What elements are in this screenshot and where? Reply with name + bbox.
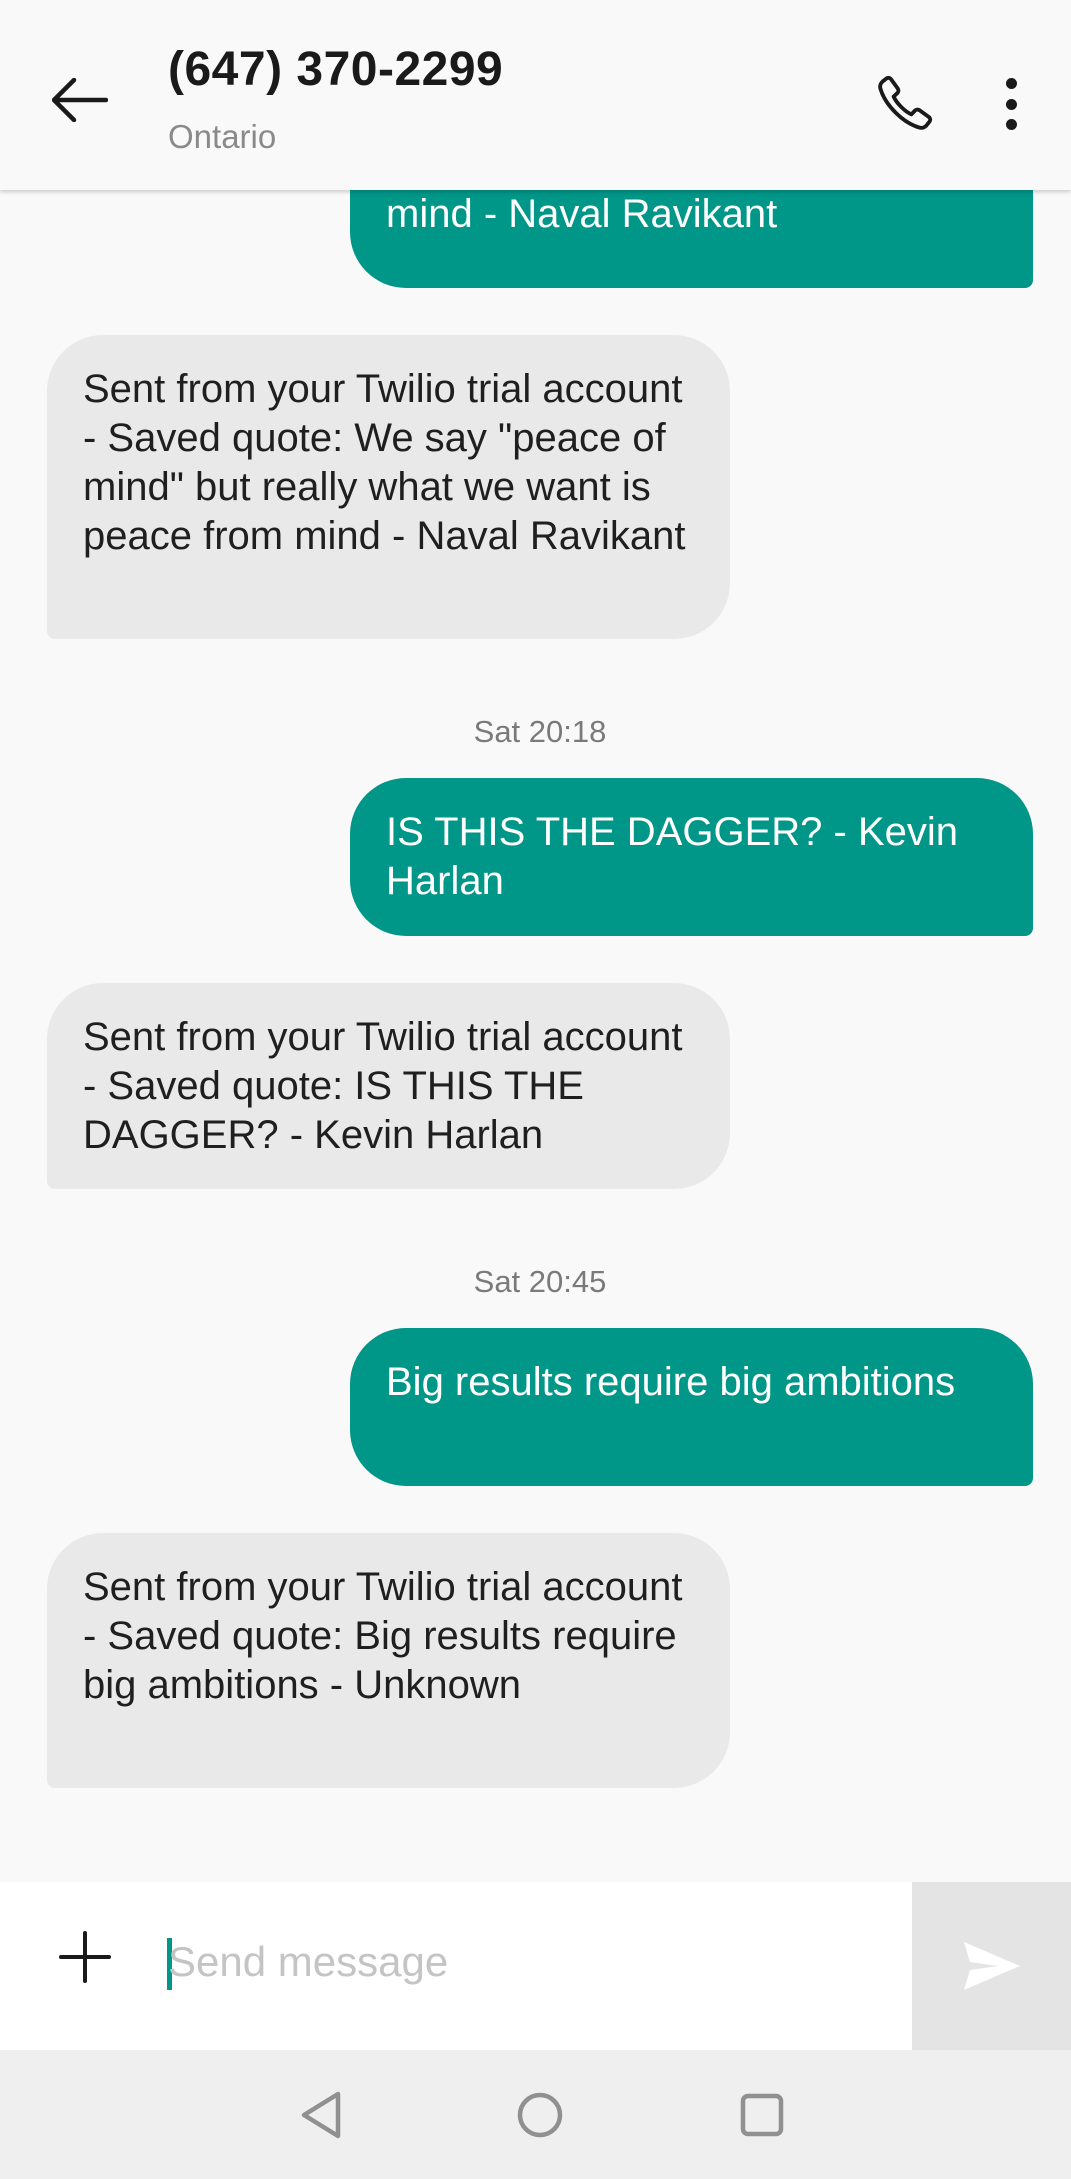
call-button[interactable] <box>864 62 946 144</box>
outgoing-message[interactable]: IS THIS THE DAGGER? - Kevin Harlan <box>350 778 1033 936</box>
send-button[interactable] <box>912 1882 1071 2050</box>
message-text: Sent from your Twilio trial account - Sa… <box>83 1015 683 1157</box>
incoming-message[interactable]: Sent from your Twilio trial account - Sa… <box>47 1533 730 1788</box>
triangle-back-icon <box>301 2091 341 2139</box>
more-options-button[interactable] <box>986 70 1036 138</box>
message-timestamp: Sat 20:18 <box>473 714 607 749</box>
contact-name: (647) 370-2299 <box>168 43 504 96</box>
phone-icon <box>878 75 933 130</box>
more-vertical-icon <box>1005 78 1017 89</box>
incoming-message[interactable]: Sent from your Twilio trial account - Sa… <box>47 983 730 1189</box>
plus-icon <box>59 1931 111 1983</box>
back-button[interactable] <box>40 60 120 140</box>
contact-location: Ontario <box>168 118 277 155</box>
send-icon <box>963 1942 1020 1990</box>
message-text: Sent from your Twilio trial account - Sa… <box>83 1565 683 1707</box>
compose-bar <box>0 1882 1071 2050</box>
message-text: Sent from your Twilio trial account - Sa… <box>83 367 686 558</box>
message-input[interactable] <box>168 1922 898 2002</box>
attach-button[interactable] <box>50 1922 120 1992</box>
message-thread[interactable]: really what we want is peace from mind -… <box>0 0 1071 1882</box>
incoming-message[interactable]: Sent from your Twilio trial account - Sa… <box>47 335 730 639</box>
nav-recents-button[interactable] <box>727 2080 797 2150</box>
message-text: Big results require big ambitions <box>386 1360 956 1404</box>
arrow-left-icon <box>52 78 108 122</box>
circle-home-icon <box>517 2092 563 2138</box>
system-navigation-bar <box>0 2050 1071 2179</box>
message-timestamp: Sat 20:45 <box>473 1264 607 1299</box>
square-recents-icon <box>740 2093 784 2137</box>
message-text: IS THIS THE DAGGER? - Kevin Harlan <box>386 810 959 903</box>
outgoing-message[interactable]: Big results require big ambitions <box>350 1328 1033 1486</box>
conversation-header: (647) 370-2299 Ontario <box>0 0 1071 190</box>
nav-back-button[interactable] <box>286 2080 356 2150</box>
nav-home-button[interactable] <box>505 2080 575 2150</box>
